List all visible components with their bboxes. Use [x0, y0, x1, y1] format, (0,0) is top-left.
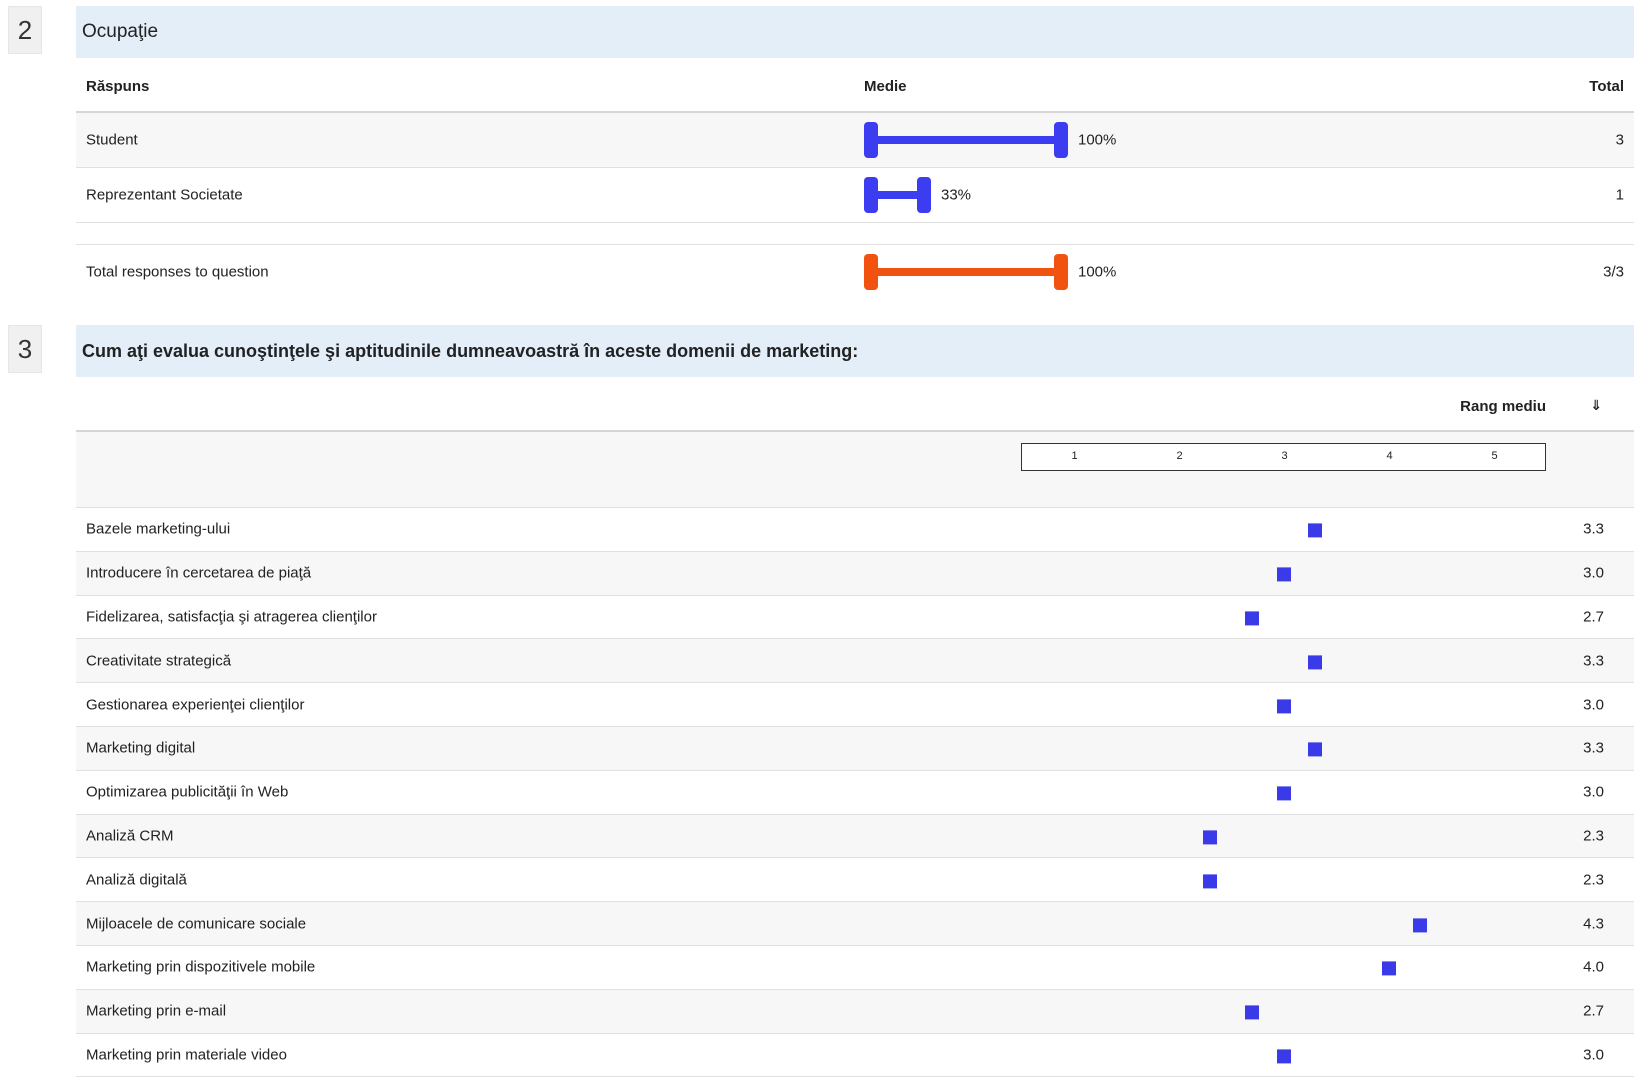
- rank-value: 4.0: [1583, 958, 1604, 976]
- total-value: 3/3: [1603, 263, 1624, 280]
- item-label: Bazele marketing-ului: [86, 520, 231, 538]
- total-column-header: Total: [1589, 78, 1624, 95]
- item-label: Gestionarea experienţei clienţilor: [86, 696, 305, 714]
- bar-line: [872, 136, 1060, 144]
- question-number: 3: [8, 325, 42, 373]
- rank-value: 3.0: [1583, 564, 1604, 582]
- question-title: Ocupaţie: [76, 6, 1634, 58]
- rank-row: Bazele marketing-ului 3.3: [76, 508, 1634, 552]
- rank-marker: [1245, 611, 1259, 626]
- scale-tick-label: 3: [1281, 450, 1288, 462]
- rank-marker: [1276, 1049, 1291, 1064]
- rank-marker: [1203, 830, 1217, 845]
- rank-value: 2.3: [1583, 827, 1604, 845]
- rank-row: Gestionarea experienţei clienţilor 3.0: [76, 683, 1634, 727]
- rank-value: 3.0: [1583, 783, 1604, 801]
- rank-row: Introducere în cercetarea de piaţă 3.0: [76, 551, 1634, 596]
- item-label: Fidelizarea, satisfacţia şi atragerea cl…: [86, 608, 377, 626]
- rank-value: 4.3: [1583, 915, 1604, 933]
- rank-marker: [1413, 917, 1427, 932]
- scale-tick-label: 4: [1386, 450, 1393, 462]
- rank-marker: [1245, 1005, 1259, 1020]
- rank-value: 3.0: [1583, 1046, 1604, 1064]
- scale-tick-label: 1: [1071, 450, 1078, 462]
- rank-marker: [1308, 655, 1322, 670]
- rank-marker: [1308, 523, 1322, 538]
- answer-label: Reprezentant Societate: [86, 186, 243, 204]
- rank-marker: [1308, 742, 1322, 757]
- item-label: Analiză digitală: [86, 871, 187, 889]
- rank-row: Marketing prin materiale video 3.0: [76, 1034, 1634, 1078]
- rank-scale: 1 2 3 4 5: [1021, 443, 1546, 471]
- rank-column-header[interactable]: Rang mediu: [1460, 398, 1546, 415]
- percentage-bar: [864, 122, 1068, 158]
- item-label: Marketing prin materiale video: [86, 1046, 287, 1064]
- item-label: Optimizarea publicităţii în Web: [86, 783, 289, 801]
- rank-row: Mijloacele de comunicare sociale 4.3: [76, 902, 1634, 946]
- table-header: Răspuns Medie Total: [76, 60, 1634, 113]
- rank-row: Marketing digital 3.3: [76, 727, 1634, 771]
- rank-row: Marketing prin e-mail 2.7: [76, 989, 1634, 1034]
- percentage-bar: [864, 177, 931, 213]
- item-label: Marketing prin e-mail: [86, 1002, 227, 1020]
- bar-cap-right: [917, 177, 931, 213]
- item-label: Introducere în cercetarea de piaţă: [86, 564, 312, 582]
- rank-marker: [1203, 874, 1217, 889]
- percent-text: 100%: [1078, 131, 1117, 149]
- scale-tick-label: 2: [1176, 450, 1183, 462]
- item-label: Analiză CRM: [86, 827, 174, 845]
- answer-row: Student 100% 3: [76, 113, 1634, 168]
- rank-row: Analiză digitală 2.3: [76, 858, 1634, 903]
- rank-value: 2.7: [1583, 608, 1604, 626]
- summary-row: Total responses to question 100% 3/3: [76, 244, 1634, 298]
- question-number: 2: [8, 6, 42, 54]
- item-label: Mijloacele de comunicare sociale: [86, 915, 307, 933]
- rank-value: 3.3: [1583, 739, 1604, 757]
- rank-value: 2.3: [1583, 871, 1604, 889]
- bar-cap-right: [1054, 253, 1068, 290]
- rank-value: 3.0: [1583, 696, 1604, 714]
- bar-line: [872, 267, 1060, 276]
- answer-label: Total responses to question: [86, 263, 269, 280]
- item-label: Marketing digital: [86, 739, 196, 757]
- spacer-row: [76, 223, 1634, 244]
- rank-row: Optimizarea publicităţii în Web 3.0: [76, 771, 1634, 815]
- rank-marker: [1381, 961, 1396, 976]
- percentage-bar: [864, 253, 1068, 290]
- average-column-header: Medie: [864, 78, 907, 95]
- answer-label: Student: [86, 131, 138, 149]
- question-title: Cum aţi evalua cunoştinţele şi aptitudin…: [76, 325, 1634, 377]
- survey-report: 2 Ocupaţie Răspuns Medie Total 3 Cum aţi…: [0, 0, 1650, 1081]
- item-label: Marketing prin dispozitivele mobile: [86, 958, 316, 976]
- rank-value: 2.7: [1583, 1002, 1604, 1020]
- percent-text: 100%: [1078, 263, 1117, 280]
- rank-marker: [1276, 698, 1291, 713]
- rank-value: 3.3: [1583, 520, 1604, 538]
- scale-tick-label: 5: [1491, 450, 1498, 462]
- bar-cap-right: [1054, 122, 1068, 158]
- rank-marker: [1276, 786, 1291, 801]
- rank-row: Marketing prin dispozitivele mobile 4.0: [76, 946, 1634, 990]
- rank-row: Creativitate strategică 3.3: [76, 639, 1634, 684]
- answer-row: Reprezentant Societate 33% 1: [76, 168, 1634, 223]
- percent-text: 33%: [941, 186, 972, 204]
- bar-line: [872, 191, 923, 199]
- total-value: 3: [1615, 131, 1624, 149]
- rank-row: Analiză CRM 2.3: [76, 814, 1634, 859]
- table-header: Rang mediu ⇓: [76, 381, 1634, 432]
- rank-value: 3.3: [1583, 652, 1604, 670]
- rank-marker: [1276, 567, 1291, 582]
- answer-column-header: Răspuns: [86, 78, 150, 95]
- sort-icon[interactable]: ⇓: [1590, 397, 1602, 414]
- rank-row: Fidelizarea, satisfacţia şi atragerea cl…: [76, 596, 1634, 640]
- total-value: 1: [1615, 186, 1624, 204]
- item-label: Creativitate strategică: [86, 652, 232, 670]
